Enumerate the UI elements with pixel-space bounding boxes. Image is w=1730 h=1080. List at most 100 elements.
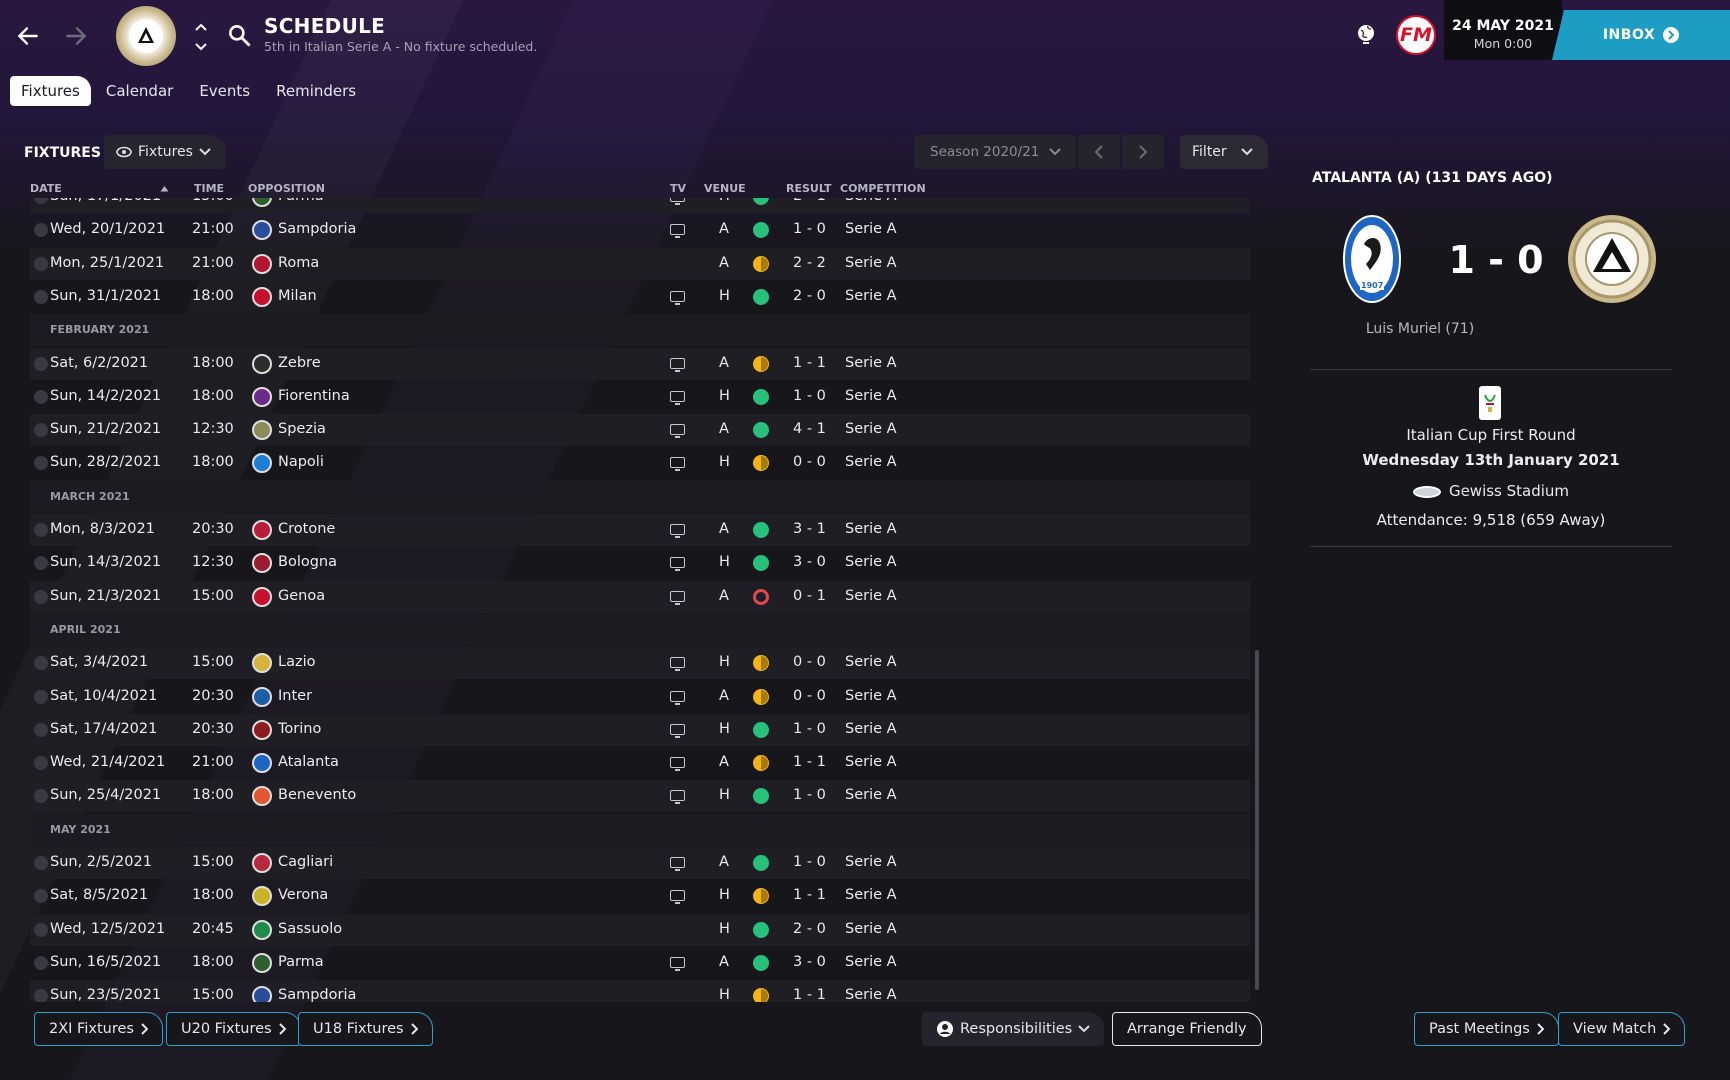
fixture-score[interactable]: 0 - 0	[793, 454, 826, 470]
fixtures-view-dropdown[interactable]: Fixtures	[104, 135, 226, 169]
forward-button[interactable]	[58, 18, 94, 54]
fixture-score[interactable]: 2 - 1	[793, 198, 826, 204]
fixture-row[interactable]: Sat, 6/2/2021 18:00 Zebre A 1 - 1 Serie A	[30, 347, 1250, 380]
fixture-score[interactable]: 1 - 0	[793, 854, 826, 870]
fixture-score[interactable]: 0 - 0	[793, 688, 826, 704]
fixture-row[interactable]: Sat, 17/4/2021 20:30 Torino H 1 - 0 Serie A	[30, 713, 1250, 746]
u20-fixtures-button[interactable]: U20 Fixtures	[166, 1012, 301, 1046]
col-tv[interactable]: TV	[670, 182, 686, 195]
col-time[interactable]: TIME	[194, 182, 224, 195]
fixture-row[interactable]: Wed, 21/4/2021 21:00 Atalanta A 1 - 1 Serie A	[30, 747, 1250, 779]
fixtures-scrollbar[interactable]	[1255, 650, 1259, 990]
fixture-row[interactable]: Sun, 21/2/2021 12:30 Spezia A 4 - 1 Serie A	[30, 414, 1250, 447]
fixture-row[interactable]: Sun, 2/5/2021 15:00 Cagliari A 1 - 0 Serie A	[30, 847, 1250, 879]
fixture-row[interactable]: Mon, 25/1/2021 21:00 Roma A 2 - 2 Serie A	[30, 247, 1250, 280]
fixture-opposition[interactable]: Roma	[278, 255, 319, 271]
search-button[interactable]	[226, 22, 252, 48]
col-result[interactable]: RESULT	[786, 182, 832, 195]
fixture-score[interactable]: 3 - 1	[793, 521, 826, 537]
fixture-date: Sun, 23/5/2021	[50, 987, 162, 1002]
chevron-right-icon	[410, 1023, 418, 1035]
game-date[interactable]: 24 MAY 2021 Mon 0:00	[1444, 0, 1562, 60]
fixture-row[interactable]: Sun, 17/1/2021 15:00 Parma H 2 - 1 Serie A	[30, 198, 1250, 213]
fixture-row[interactable]: Sat, 3/4/2021 15:00 Lazio H 0 - 0 Serie A	[30, 647, 1250, 680]
fixture-opposition[interactable]: Sampdoria	[278, 987, 356, 1002]
view-match-button[interactable]: View Match	[1558, 1012, 1686, 1046]
fixture-row[interactable]: Sun, 25/4/2021 18:00 Benevento H 1 - 0 Serie …	[30, 780, 1250, 813]
fixture-score[interactable]: 2 - 2	[793, 255, 826, 271]
fixture-opposition[interactable]: Atalanta	[278, 754, 339, 770]
fixture-opposition[interactable]: Genoa	[278, 588, 325, 604]
world-button[interactable]	[1354, 22, 1378, 46]
fixture-score[interactable]: 0 - 0	[793, 654, 826, 670]
club-badge[interactable]	[116, 6, 176, 66]
fixture-opposition[interactable]: Zebre	[278, 355, 321, 371]
fixture-opposition[interactable]: Milan	[278, 288, 317, 304]
back-button[interactable]	[10, 18, 46, 54]
fixture-opposition[interactable]: Sampdoria	[278, 221, 356, 237]
fixture-score[interactable]: 3 - 0	[793, 954, 826, 970]
fixture-row[interactable]: Sun, 28/2/2021 18:00 Napoli H 0 - 0 Serie A	[30, 447, 1250, 479]
fixture-row[interactable]: Sat, 10/4/2021 20:30 Inter A 0 - 0 Serie A	[30, 681, 1250, 713]
fixture-score[interactable]: 1 - 1	[793, 754, 826, 770]
fixture-opposition[interactable]: Napoli	[278, 454, 324, 470]
u18-fixtures-button[interactable]: U18 Fixtures	[298, 1012, 433, 1046]
month-separator: MAY 2021	[30, 813, 1250, 846]
inbox-button[interactable]: INBOX	[1552, 10, 1730, 60]
fixture-opposition[interactable]: Parma	[278, 198, 324, 204]
fixture-row[interactable]: Sat, 8/5/2021 18:00 Verona H 1 - 1 Serie A	[30, 880, 1250, 912]
fixture-score[interactable]: 1 - 1	[793, 887, 826, 903]
fixture-opposition[interactable]: Spezia	[278, 421, 326, 437]
fixture-row[interactable]: Sun, 14/2/2021 18:00 Fiorentina H 1 - 0 Serie…	[30, 381, 1250, 413]
fixture-score[interactable]: 1 - 1	[793, 355, 826, 371]
fixture-opposition[interactable]: Fiorentina	[278, 388, 350, 404]
fixture-opposition[interactable]: Lazio	[278, 654, 315, 670]
responsibilities-dropdown[interactable]: Responsibilities	[922, 1012, 1105, 1046]
tab-fixtures[interactable]: Fixtures	[10, 76, 91, 106]
fixture-score[interactable]: 4 - 1	[793, 421, 826, 437]
fixture-score[interactable]: 1 - 1	[793, 987, 826, 1002]
prev-season-button[interactable]	[1078, 135, 1120, 169]
fixture-opposition[interactable]: Cagliari	[278, 854, 333, 870]
fixture-score[interactable]: 1 - 0	[793, 221, 826, 237]
club-switch-control[interactable]	[192, 20, 210, 54]
fixture-opposition[interactable]: Torino	[278, 721, 321, 737]
tab-reminders[interactable]: Reminders	[265, 76, 367, 106]
fixture-score[interactable]: 2 - 0	[793, 288, 826, 304]
past-meetings-button[interactable]: Past Meetings	[1414, 1012, 1559, 1046]
fm-logo[interactable]: FM	[1396, 15, 1436, 55]
fixture-opposition[interactable]: Verona	[278, 887, 328, 903]
next-season-button[interactable]	[1122, 135, 1164, 169]
fixture-score[interactable]: 1 - 0	[793, 787, 826, 803]
tab-events[interactable]: Events	[188, 76, 261, 106]
fixture-score[interactable]: 2 - 0	[793, 921, 826, 937]
filter-button[interactable]: Filter	[1180, 135, 1268, 169]
fixture-row[interactable]: Wed, 12/5/2021 20:45 Sassuolo H 2 - 0 Serie A	[30, 913, 1250, 946]
fixture-competition: Serie A	[845, 554, 897, 571]
col-opposition[interactable]: OPPOSITION	[248, 182, 325, 195]
fixture-row[interactable]: Wed, 20/1/2021 21:00 Sampdoria A 1 - 0 Serie …	[30, 214, 1250, 246]
fixture-opposition[interactable]: Benevento	[278, 787, 356, 803]
fixture-row[interactable]: Sun, 14/3/2021 12:30 Bologna H 3 - 0 Serie A	[30, 547, 1250, 579]
fixture-opposition[interactable]: Sassuolo	[278, 921, 342, 937]
fixture-score[interactable]: 1 - 0	[793, 721, 826, 737]
fixture-opposition[interactable]: Inter	[278, 688, 312, 704]
col-competition[interactable]: COMPETITION	[840, 182, 926, 195]
fixture-row[interactable]: Sun, 21/3/2021 15:00 Genoa A 0 - 1 Serie A	[30, 580, 1250, 613]
fixture-score[interactable]: 3 - 0	[793, 554, 826, 570]
col-date[interactable]: DATE	[30, 182, 62, 195]
fixture-score[interactable]: 1 - 0	[793, 388, 826, 404]
fixture-row[interactable]: Mon, 8/3/2021 20:30 Crotone A 3 - 1 Serie A	[30, 514, 1250, 546]
fixture-opposition[interactable]: Bologna	[278, 554, 337, 570]
arrange-friendly-button[interactable]: Arrange Friendly	[1112, 1012, 1262, 1046]
2xi-fixtures-button[interactable]: 2XI Fixtures	[34, 1012, 163, 1046]
fixture-opposition[interactable]: Parma	[278, 954, 324, 970]
col-venue[interactable]: VENUE	[704, 182, 746, 195]
season-dropdown[interactable]: Season 2020/21	[914, 135, 1076, 169]
fixture-row[interactable]: Sun, 16/5/2021 18:00 Parma A 3 - 0 Serie A	[30, 947, 1250, 979]
fixture-row[interactable]: Sun, 23/5/2021 15:00 Sampdoria H 1 - 1 Serie …	[30, 980, 1250, 1002]
fixture-opposition[interactable]: Crotone	[278, 521, 335, 537]
tab-calendar[interactable]: Calendar	[95, 76, 184, 106]
fixture-row[interactable]: Sun, 31/1/2021 18:00 Milan H 2 - 0 Serie A	[30, 281, 1250, 313]
fixture-score[interactable]: 0 - 1	[793, 588, 826, 604]
